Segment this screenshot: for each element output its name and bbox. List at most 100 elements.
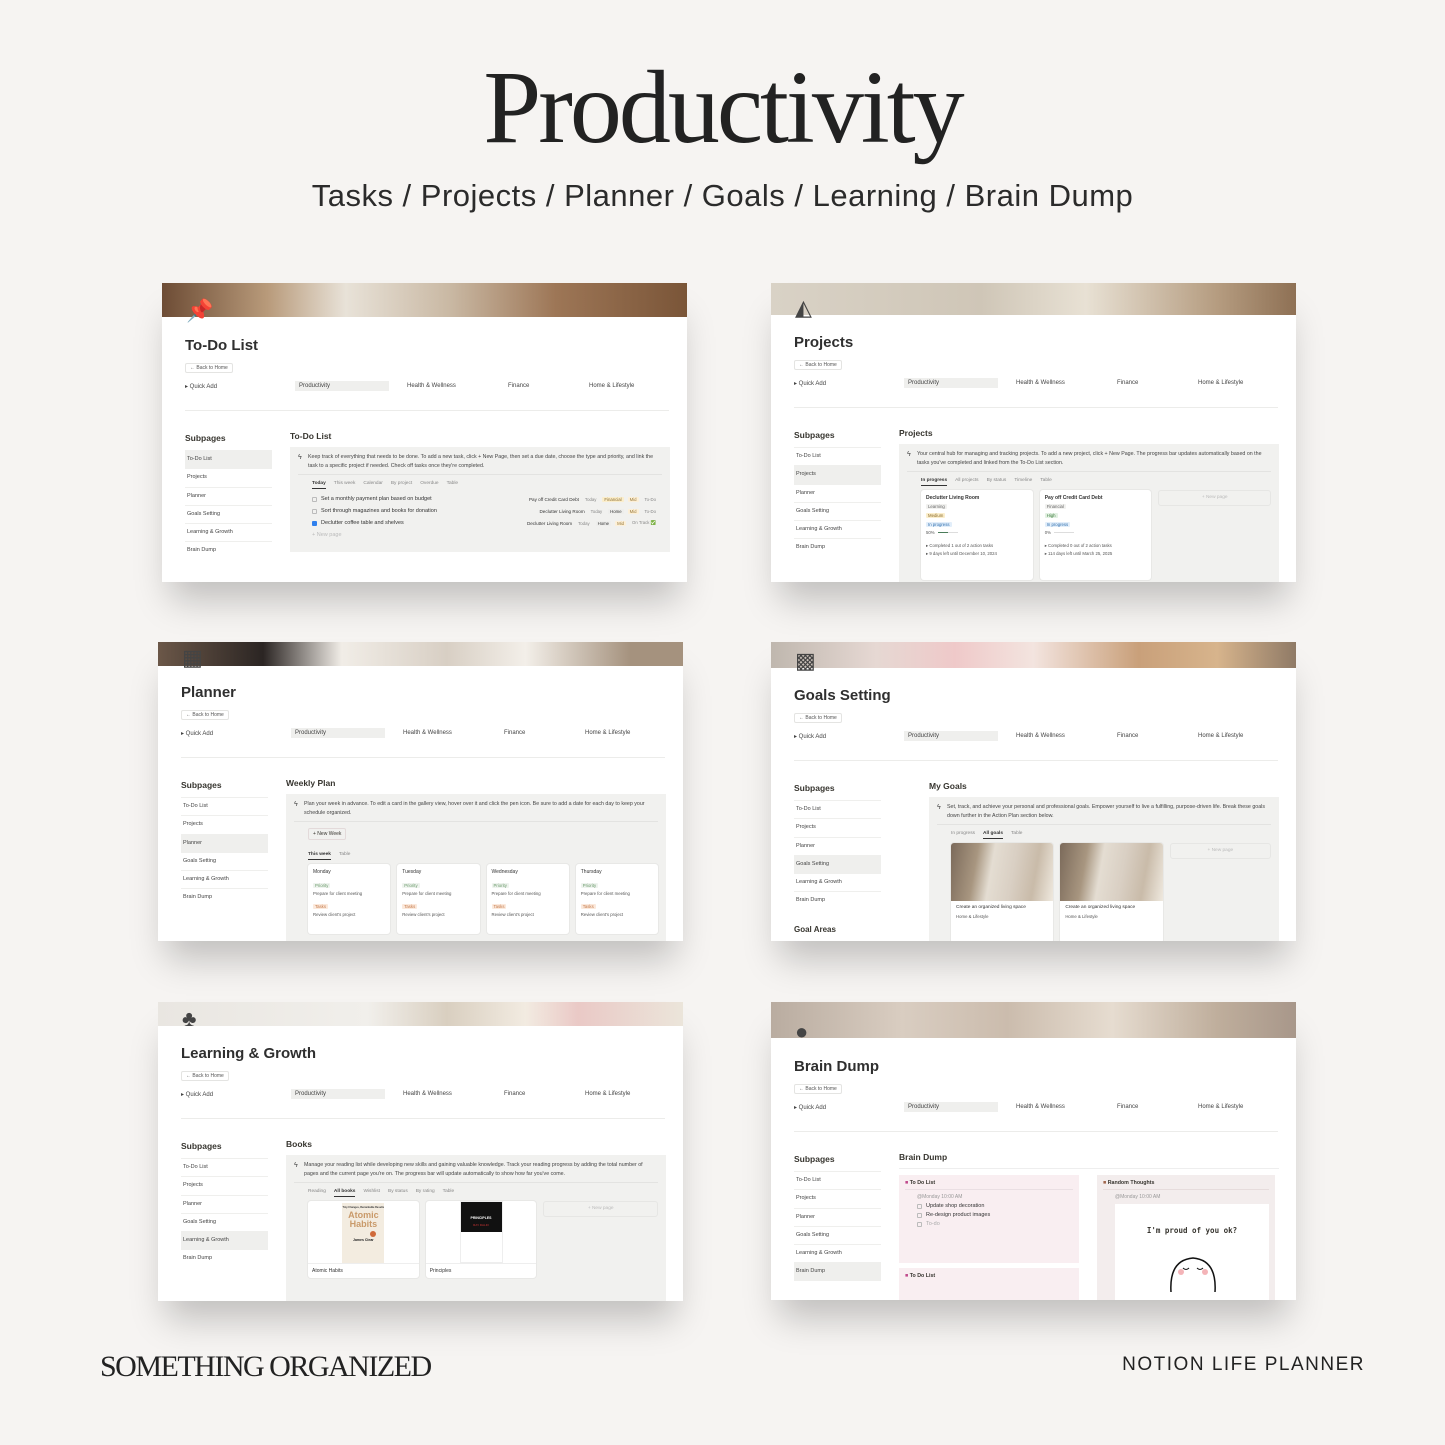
sidebar-item-learning-growth[interactable]: Learning & Growth (794, 520, 881, 538)
nav-link-productivity[interactable]: Productivity (291, 1089, 385, 1099)
sidebar-item-learning-growth[interactable]: Learning & Growth (185, 523, 272, 541)
sidebar-item-to-do-list[interactable]: To-Do List (185, 450, 272, 469)
back-to-home-button[interactable]: ← Back to Home (794, 713, 842, 723)
goal-card[interactable]: Create an organized living space Home & L… (951, 843, 1054, 941)
nav-link-finance[interactable]: Finance (1117, 1104, 1138, 1110)
nav-link-finance[interactable]: Finance (504, 1091, 525, 1097)
quick-add-toggle[interactable]: ▸ Quick Add (794, 1104, 826, 1111)
todo-note[interactable]: ■ To Do List (899, 1268, 1079, 1300)
tab-by-project[interactable]: By project (391, 481, 412, 489)
sidebar-item-goals-setting[interactable]: Goals Setting (794, 501, 881, 520)
nav-link-home-lifestyle[interactable]: Home & Lifestyle (585, 730, 630, 736)
sidebar-item-goals-setting[interactable]: Goals Setting (181, 851, 268, 870)
sidebar-item-goals-setting[interactable]: Goals Setting (794, 1225, 881, 1244)
new-page-button[interactable]: + New page (543, 1201, 659, 1217)
tab-by-rating[interactable]: By rating (416, 1189, 435, 1197)
quick-add-toggle[interactable]: ▸ Quick Add (181, 730, 213, 737)
back-to-home-button[interactable]: ← Back to Home (185, 363, 233, 373)
nav-link-productivity[interactable]: Productivity (904, 731, 998, 741)
new-page-button[interactable]: + New page (1169, 843, 1272, 859)
day-card[interactable]: Tuesday Priority Prepare for client meetin… (397, 864, 480, 934)
sidebar-item-planner[interactable]: Planner (181, 1194, 268, 1213)
sidebar-item-learning-growth[interactable]: Learning & Growth (181, 1231, 268, 1250)
sidebar-item-projects[interactable]: Projects (181, 815, 268, 833)
nav-link-health-wellness[interactable]: Health & Wellness (403, 730, 452, 736)
sidebar-item-goals-setting[interactable]: Goals Setting (185, 504, 272, 523)
new-week-button[interactable]: + New Week (308, 828, 347, 840)
nav-link-health-wellness[interactable]: Health & Wellness (1016, 733, 1065, 739)
task-checkbox[interactable] (312, 520, 317, 526)
sidebar-item-projects[interactable]: Projects (181, 1176, 268, 1194)
nav-link-home-lifestyle[interactable]: Home & Lifestyle (585, 1091, 630, 1097)
tab-this-week[interactable]: This week (334, 481, 356, 489)
sidebar-item-to-do-list[interactable]: To-Do List (794, 800, 881, 818)
day-card[interactable]: Wednesday Priority Prepare for client meet… (486, 864, 569, 934)
book-card[interactable]: Tiny Changes, Remarkable Results Atomic … (308, 1201, 419, 1278)
sidebar-item-planner[interactable]: Planner (185, 486, 272, 505)
nav-link-home-lifestyle[interactable]: Home & Lifestyle (589, 383, 634, 389)
tab-timeline[interactable]: Timeline (1014, 478, 1032, 486)
sidebar-item-to-do-list[interactable]: To-Do List (181, 1158, 268, 1176)
sidebar-item-to-do-list[interactable]: To-Do List (181, 797, 268, 815)
tab-wishlist[interactable]: Wishlist (363, 1189, 380, 1197)
nav-link-health-wellness[interactable]: Health & Wellness (403, 1091, 452, 1097)
sidebar-item-projects[interactable]: Projects (185, 468, 272, 486)
tab-table[interactable]: Table (1011, 831, 1022, 839)
sidebar-item-brain-dump[interactable]: Brain Dump (794, 538, 881, 556)
nav-link-productivity[interactable]: Productivity (291, 728, 385, 738)
nav-link-finance[interactable]: Finance (504, 730, 525, 736)
tab-in-progress[interactable]: In progress (921, 478, 948, 486)
nav-link-home-lifestyle[interactable]: Home & Lifestyle (1198, 733, 1243, 739)
project-card[interactable]: Pay off Credit Card Debt Financial High In … (1039, 490, 1152, 580)
back-to-home-button[interactable]: ← Back to Home (794, 1084, 842, 1094)
nav-link-finance[interactable]: Finance (508, 383, 529, 389)
sidebar-item-learning-growth[interactable]: Learning & Growth (794, 1244, 881, 1262)
tab-today[interactable]: Today (312, 481, 326, 489)
sidebar-item-to-do-list[interactable]: To-Do List (794, 1171, 881, 1189)
project-link[interactable]: Declutter Living Room (539, 509, 584, 514)
tab-by-status[interactable]: By status (388, 1189, 408, 1197)
nav-link-productivity[interactable]: Productivity (904, 1102, 998, 1112)
sidebar-item-planner[interactable]: Planner (181, 833, 268, 852)
sidebar-item-learning-growth[interactable]: Learning & Growth (181, 870, 268, 888)
back-to-home-button[interactable]: ← Back to Home (794, 360, 842, 370)
tab-reading[interactable]: Reading (308, 1189, 326, 1197)
back-to-home-button[interactable]: ← Back to Home (181, 1071, 229, 1081)
task-row[interactable]: Sort through magazines and books for don… (298, 505, 662, 517)
checklist-item[interactable]: To-do (905, 1218, 1073, 1230)
day-card[interactable]: Thursday Priority Prepare for client meeti… (575, 864, 658, 934)
sidebar-item-brain-dump[interactable]: Brain Dump (181, 1249, 268, 1267)
tab-all-goals[interactable]: All goals (983, 831, 1003, 839)
day-card[interactable]: Monday Priority Prepare for client meeting… (308, 864, 391, 934)
nav-link-health-wellness[interactable]: Health & Wellness (1016, 1104, 1065, 1110)
tab-table[interactable]: Table (443, 1189, 454, 1197)
nav-link-health-wellness[interactable]: Health & Wellness (1016, 380, 1065, 386)
quick-add-toggle[interactable]: ▸ Quick Add (185, 383, 217, 390)
tab-all-projects[interactable]: All projects (955, 478, 978, 486)
sidebar-item-projects[interactable]: Projects (794, 1189, 881, 1207)
sidebar-item-projects[interactable]: Projects (794, 818, 881, 836)
nav-link-finance[interactable]: Finance (1117, 380, 1138, 386)
random-thoughts-note[interactable]: ■ Random Thoughts @Monday 10:00 AM I'm p… (1097, 1175, 1275, 1300)
sidebar-item-planner[interactable]: Planner (794, 483, 881, 502)
tab-calendar[interactable]: Calendar (363, 481, 382, 489)
project-card[interactable]: Declutter Living Room Learning Medium In pr… (921, 490, 1033, 580)
quick-add-toggle[interactable]: ▸ Quick Add (794, 733, 826, 740)
project-link[interactable]: Pay off Credit Card Debt (529, 497, 579, 502)
sidebar-item-projects[interactable]: Projects (794, 465, 881, 484)
sidebar-item-planner[interactable]: Planner (794, 836, 881, 855)
nav-link-productivity[interactable]: Productivity (295, 381, 389, 391)
new-page-button[interactable]: + New page (298, 529, 662, 541)
todo-note[interactable]: ■ To Do List @Monday 10:00 AM Update sho… (899, 1175, 1079, 1263)
sidebar-item-planner[interactable]: Planner (794, 1207, 881, 1226)
tab-by-status[interactable]: By status (987, 478, 1007, 486)
task-checkbox[interactable] (312, 496, 317, 502)
quick-add-toggle[interactable]: ▸ Quick Add (181, 1091, 213, 1098)
nav-link-health-wellness[interactable]: Health & Wellness (407, 383, 456, 389)
sidebar-item-brain-dump[interactable]: Brain Dump (185, 541, 272, 559)
tab-table[interactable]: Table (339, 852, 350, 860)
tab-table[interactable]: Table (447, 481, 458, 489)
quick-add-toggle[interactable]: ▸ Quick Add (794, 380, 826, 387)
back-to-home-button[interactable]: ← Back to Home (181, 710, 229, 720)
nav-link-home-lifestyle[interactable]: Home & Lifestyle (1198, 380, 1243, 386)
